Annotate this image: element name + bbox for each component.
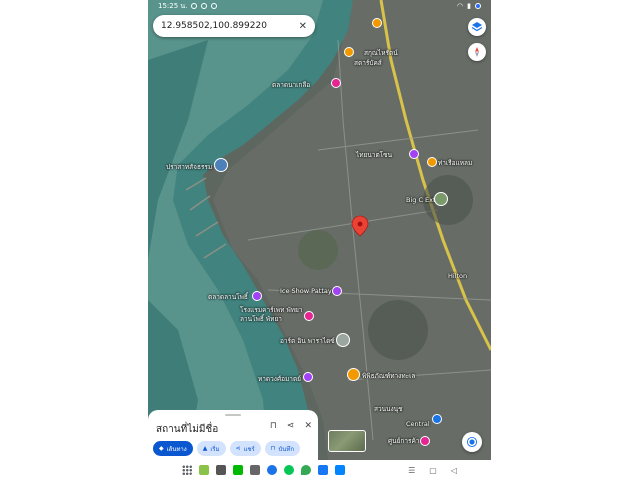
satellite-map[interactable] bbox=[148, 0, 491, 460]
map-label[interactable]: อาร์ต อิน พาราไดซ์ bbox=[280, 336, 335, 346]
compass-icon bbox=[475, 47, 479, 57]
map-label[interactable]: สตาร์บัคส์ bbox=[354, 58, 382, 68]
start-label: เริ่ม bbox=[210, 445, 220, 453]
map-label[interactable]: ปราสาทสัจธรรม bbox=[166, 162, 212, 172]
messenger-icon[interactable] bbox=[335, 465, 345, 475]
status-time: 15:25 น. bbox=[158, 1, 188, 10]
back-icon[interactable]: ◁ bbox=[451, 466, 457, 475]
notification-icon bbox=[201, 3, 208, 9]
shopping-icon[interactable] bbox=[252, 291, 262, 301]
layers-button[interactable] bbox=[468, 18, 486, 36]
shopping-icon[interactable] bbox=[331, 78, 341, 88]
close-icon[interactable]: ✕ bbox=[299, 21, 307, 32]
beach-icon[interactable] bbox=[303, 372, 313, 382]
map-label[interactable]: ไทยนาตโซน bbox=[356, 150, 392, 160]
map-label[interactable]: ศูนย์การค้า bbox=[388, 436, 419, 446]
directions-icon: ◆ bbox=[159, 445, 164, 452]
camera-icon[interactable] bbox=[216, 465, 226, 475]
search-bar[interactable]: 12.958502,100.899220 ✕ bbox=[153, 15, 315, 37]
map-label[interactable]: หาดวงศ์อมาตย์ bbox=[258, 374, 301, 384]
my-location-icon bbox=[466, 436, 478, 448]
map-label[interactable]: Ice Show Pattaya bbox=[280, 287, 336, 295]
museum-icon[interactable] bbox=[336, 333, 350, 347]
taskbar: ☰ ▢ ◁ bbox=[148, 460, 491, 480]
maps-icon[interactable] bbox=[301, 465, 311, 475]
sheet-tools: ⊓ ⋖ ✕ bbox=[270, 421, 312, 431]
account-icon bbox=[475, 3, 481, 9]
home-icon[interactable]: ▢ bbox=[429, 466, 437, 475]
shopping-icon[interactable] bbox=[420, 436, 430, 446]
recents-icon[interactable]: ☰ bbox=[408, 466, 415, 475]
notification-icon bbox=[191, 3, 198, 9]
map-label[interactable]: ตลาดลานโพธิ์ bbox=[208, 292, 248, 302]
map-green-patch bbox=[298, 230, 338, 270]
street-view-thumbnail[interactable] bbox=[328, 430, 366, 452]
place-title: สถานที่ไม่มีชื่อ bbox=[156, 424, 219, 435]
share-button[interactable]: ⋖ แชร์ bbox=[229, 441, 261, 456]
store-icon[interactable] bbox=[434, 192, 448, 206]
facebook-icon[interactable] bbox=[318, 465, 328, 475]
line-icon[interactable] bbox=[284, 465, 294, 475]
save-button[interactable]: ⊓ บันทึก bbox=[264, 441, 300, 456]
share-label: แชร์ bbox=[243, 445, 255, 453]
directions-label: เส้นทาง bbox=[166, 445, 187, 453]
start-button[interactable]: ▲ เริ่ม bbox=[196, 441, 226, 456]
shop-icon[interactable] bbox=[409, 149, 419, 159]
map-label[interactable]: ตลาดนาเกลือ bbox=[272, 80, 310, 90]
share-icon: ⋖ bbox=[235, 445, 241, 452]
shop-icon[interactable] bbox=[427, 157, 437, 167]
store-icon[interactable] bbox=[344, 47, 354, 57]
files-icon[interactable] bbox=[199, 465, 209, 475]
map-label[interactable]: ท่าเรือแหลม bbox=[438, 158, 472, 168]
status-right: ◠ ▮ bbox=[457, 2, 481, 10]
temple-icon[interactable] bbox=[214, 158, 228, 172]
map-label[interactable]: พิพิธภัณฑ์ทางทะเล bbox=[362, 371, 415, 381]
map-pin-center bbox=[357, 221, 363, 227]
share-icon[interactable]: ⋖ bbox=[287, 421, 295, 431]
app-grid-icon[interactable] bbox=[182, 465, 192, 475]
store-icon[interactable] bbox=[432, 414, 442, 424]
museum-icon[interactable] bbox=[347, 368, 360, 381]
action-chips: ◆ เส้นทาง ▲ เริ่ม ⋖ แชร์ ⊓ บันทึก bbox=[153, 441, 300, 456]
map-label[interactable]: ลานโพธิ์ พัทยา bbox=[240, 314, 282, 324]
settings-icon[interactable] bbox=[250, 465, 260, 475]
map-label[interactable]: Central bbox=[406, 420, 430, 428]
bookmark-icon: ⊓ bbox=[270, 445, 276, 452]
map-label[interactable]: สวนนงนุช bbox=[374, 404, 403, 414]
device-screen: สกุณไหรัตน์ สตาร์บัคส์ ตลาดนาเกลือ ไทยนา… bbox=[148, 0, 491, 480]
my-location-button[interactable] bbox=[462, 432, 482, 452]
map-dark-patch bbox=[368, 300, 428, 360]
nav-keys: ☰ ▢ ◁ bbox=[408, 466, 457, 475]
hotel-icon[interactable] bbox=[304, 311, 314, 321]
search-input[interactable]: 12.958502,100.899220 bbox=[161, 21, 299, 31]
map-label[interactable]: สกุณไหรัตน์ bbox=[364, 48, 398, 58]
drag-handle[interactable] bbox=[225, 414, 241, 416]
directions-button[interactable]: ◆ เส้นทาง bbox=[153, 441, 193, 456]
status-bar: 15:25 น. ◠ ▮ bbox=[148, 0, 491, 12]
place-sheet[interactable]: สถานที่ไม่มีชื่อ ⊓ ⋖ ✕ ◆ เส้นทาง ▲ เริ่ม… bbox=[148, 410, 318, 460]
map-label[interactable]: Hilton bbox=[448, 272, 467, 280]
compass-button[interactable] bbox=[468, 43, 486, 61]
browser-icon[interactable] bbox=[267, 465, 277, 475]
notification-icon bbox=[211, 3, 218, 9]
chat-icon[interactable] bbox=[233, 465, 243, 475]
layers-icon bbox=[471, 22, 483, 32]
navigation-icon: ▲ bbox=[202, 445, 208, 452]
wifi-icon: ◠ bbox=[457, 2, 464, 10]
save-label: บันทึก bbox=[278, 445, 294, 453]
close-icon[interactable]: ✕ bbox=[304, 421, 312, 431]
cafe-icon[interactable] bbox=[372, 18, 382, 28]
bookmark-icon[interactable]: ⊓ bbox=[270, 421, 277, 431]
attraction-icon[interactable] bbox=[332, 286, 342, 296]
signal-icon: ▮ bbox=[467, 2, 471, 10]
